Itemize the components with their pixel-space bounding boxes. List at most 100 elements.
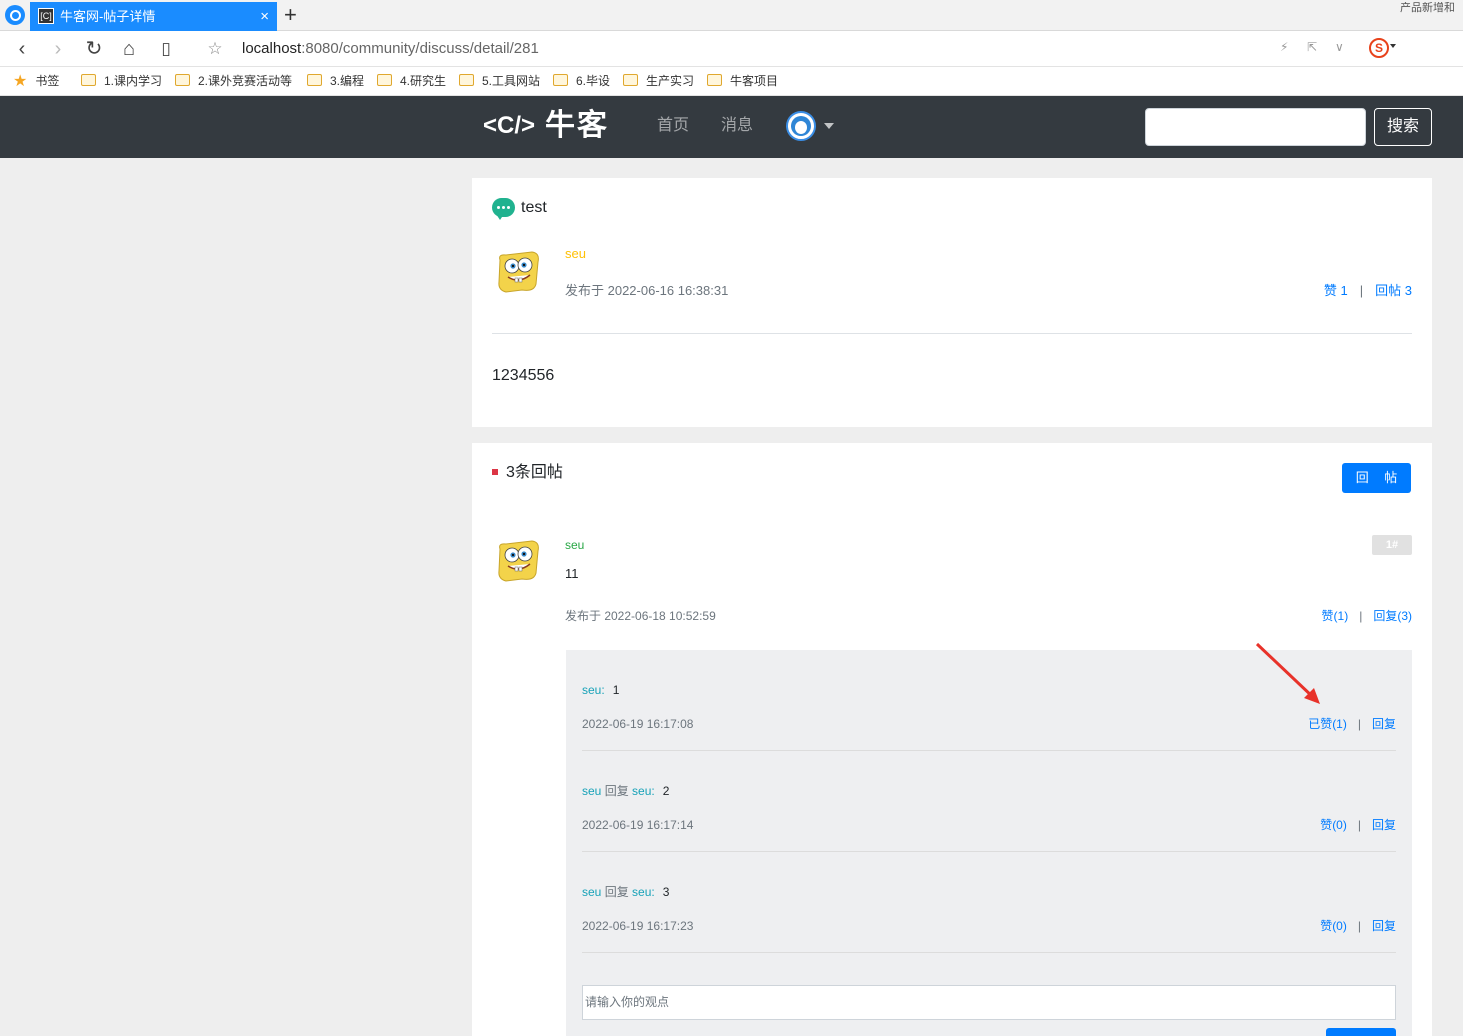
reply-submit-button[interactable]	[1326, 1028, 1396, 1036]
comment-reply-link[interactable]: 回复(3)	[1373, 609, 1412, 623]
user-avatar[interactable]	[786, 111, 816, 141]
bookmark-folder[interactable]: 生产实习	[623, 73, 694, 89]
reply-list: seu: 1 2022-06-19 16:17:08 已赞(1) | 回复 seu 回…	[566, 650, 1412, 1036]
reply-line: seu 回复 seu: 2	[582, 784, 669, 798]
spongebob-avatar-icon	[498, 540, 539, 582]
address-bar: ‹ › ↻ ⌂ ▯ ☆ localhost:8080/community/dis…	[0, 31, 1463, 67]
share-icon[interactable]: ⇱	[1307, 40, 1317, 54]
sogou-caret-icon[interactable]	[1390, 44, 1396, 48]
folder-icon	[459, 74, 474, 86]
star-icon: ★	[13, 73, 28, 90]
tab-close-icon[interactable]: ×	[260, 2, 269, 31]
comment-like-link[interactable]: 赞(1)	[1322, 609, 1349, 623]
url-host: localhost	[242, 40, 302, 57]
comment-text: 11	[565, 566, 579, 581]
bookmark-folder[interactable]: 4.研究生	[377, 73, 446, 89]
folder-icon	[377, 74, 392, 86]
comment-author-avatar[interactable]	[492, 535, 542, 585]
comment-time: 发布于 2022-06-18 10:52:59	[565, 609, 716, 623]
bookmark-star-icon[interactable]: ☆	[203, 37, 227, 61]
url-path: :8080/community/discuss/detail/281	[301, 40, 539, 57]
browser-logo-icon	[5, 5, 25, 25]
top-right-notice: 产品新增和	[1400, 2, 1455, 14]
post-author[interactable]: seu	[565, 246, 586, 262]
reply-line: seu: 1	[582, 683, 619, 697]
floor-badge: 1#	[1372, 535, 1412, 555]
reply-text: 2	[662, 784, 670, 798]
folder-icon	[553, 74, 568, 86]
home-icon[interactable]: ⌂	[117, 37, 141, 61]
folder-icon	[307, 74, 322, 86]
reply-input[interactable]: 请输入你的观点	[582, 985, 1396, 1020]
section-marker-icon	[492, 469, 498, 475]
reply-like-link[interactable]: 赞(0)	[1320, 919, 1347, 933]
reply-text: 3	[662, 885, 670, 899]
reply-author[interactable]: seu	[582, 885, 601, 899]
comment-author[interactable]: seu	[565, 538, 584, 552]
bookmarks-bar: ★ 书签 1.课内学习 2.课外竞赛活动等 3.编程 4.研究生 5.工具网站 6…	[0, 67, 1463, 96]
nav-home[interactable]: 首页	[657, 116, 689, 136]
reader-icon[interactable]: ▯	[154, 37, 178, 61]
logo-text[interactable]: 牛客	[545, 108, 609, 144]
back-icon[interactable]: ‹	[10, 37, 34, 61]
browser-tab-active[interactable]: [C] 牛客网-帖子详情 ×	[30, 2, 277, 31]
divider	[492, 333, 1412, 334]
url-field[interactable]: localhost:8080/community/discuss/detail/…	[242, 40, 539, 57]
post-content: 1234556	[492, 367, 555, 384]
post-reply-count-link[interactable]: 回帖 3	[1375, 283, 1412, 298]
reply-item: seu 回复 seu: 3 2022-06-19 16:17:23 赞(0) | 回复	[582, 852, 1396, 953]
site-header: <C/> 牛客 首页 消息 搜索	[0, 96, 1463, 158]
user-menu-caret-icon[interactable]	[824, 123, 834, 129]
bookmark-folder[interactable]: 牛客项目	[707, 73, 778, 89]
search-input[interactable]	[1145, 108, 1366, 146]
reply-time: 2022-06-19 16:17:23	[582, 919, 694, 933]
bookmark-root[interactable]: ★ 书签	[13, 73, 59, 90]
post-like-link[interactable]: 赞 1	[1324, 283, 1348, 298]
reload-icon[interactable]: ↻	[82, 37, 106, 61]
separator: |	[1357, 919, 1361, 933]
bookmark-folder[interactable]: 3.编程	[307, 73, 364, 89]
sogou-icon[interactable]: S	[1369, 38, 1389, 58]
separator: |	[1357, 818, 1361, 832]
folder-icon	[175, 74, 190, 86]
reply-post-button[interactable]: 回 帖	[1342, 463, 1411, 493]
bookmark-folder[interactable]: 5.工具网站	[459, 73, 540, 89]
reply-target[interactable]: seu:	[632, 784, 655, 798]
reply-actions: 赞(0) | 回复	[1320, 919, 1396, 933]
separator: |	[1357, 717, 1361, 731]
author-avatar[interactable]	[492, 246, 542, 296]
post-card: test seu 发布于 2022-06-16 16:38:31 赞 1 | 回帖 …	[472, 178, 1432, 427]
folder-icon	[707, 74, 722, 86]
bookmark-folder[interactable]: 2.课外竞赛活动等	[175, 73, 295, 89]
reply-author[interactable]: seu:	[582, 683, 605, 697]
lightning-icon[interactable]: ⚡	[1280, 40, 1288, 54]
logo-icon[interactable]: <C/>	[483, 110, 539, 142]
forward-icon[interactable]: ›	[46, 37, 70, 61]
reply-reply-link[interactable]: 回复	[1372, 717, 1396, 731]
chat-bubble-icon	[492, 198, 515, 220]
bookmark-folder[interactable]: 1.课内学习	[81, 73, 162, 89]
chevron-down-icon[interactable]: ∨	[1335, 40, 1344, 54]
reply-like-link[interactable]: 赞(0)	[1320, 818, 1347, 832]
separator: |	[1359, 609, 1363, 623]
folder-icon	[81, 74, 96, 86]
reply-target-prefix: 回复	[601, 784, 633, 798]
bookmark-folder[interactable]: 6.毕设	[553, 73, 610, 89]
separator: |	[1359, 283, 1364, 298]
reply-like-link[interactable]: 已赞(1)	[1308, 717, 1347, 731]
reply-time: 2022-06-19 16:17:08	[582, 717, 694, 731]
folder-icon	[623, 74, 638, 86]
reply-text: 1	[612, 683, 620, 697]
reply-reply-link[interactable]: 回复	[1372, 919, 1396, 933]
post-time: 发布于 2022-06-16 16:38:31	[565, 283, 729, 298]
post-title: test	[521, 199, 547, 216]
tab-favicon-icon: [C]	[38, 8, 54, 24]
reply-target[interactable]: seu:	[632, 885, 655, 899]
reply-author[interactable]: seu	[582, 784, 601, 798]
reply-line: seu 回复 seu: 3	[582, 885, 669, 899]
reply-reply-link[interactable]: 回复	[1372, 818, 1396, 832]
new-tab-icon[interactable]: +	[284, 1, 297, 29]
nav-messages[interactable]: 消息	[721, 116, 753, 136]
search-button[interactable]: 搜索	[1374, 108, 1432, 146]
comment-actions: 赞(1) | 回复(3)	[1322, 609, 1412, 623]
